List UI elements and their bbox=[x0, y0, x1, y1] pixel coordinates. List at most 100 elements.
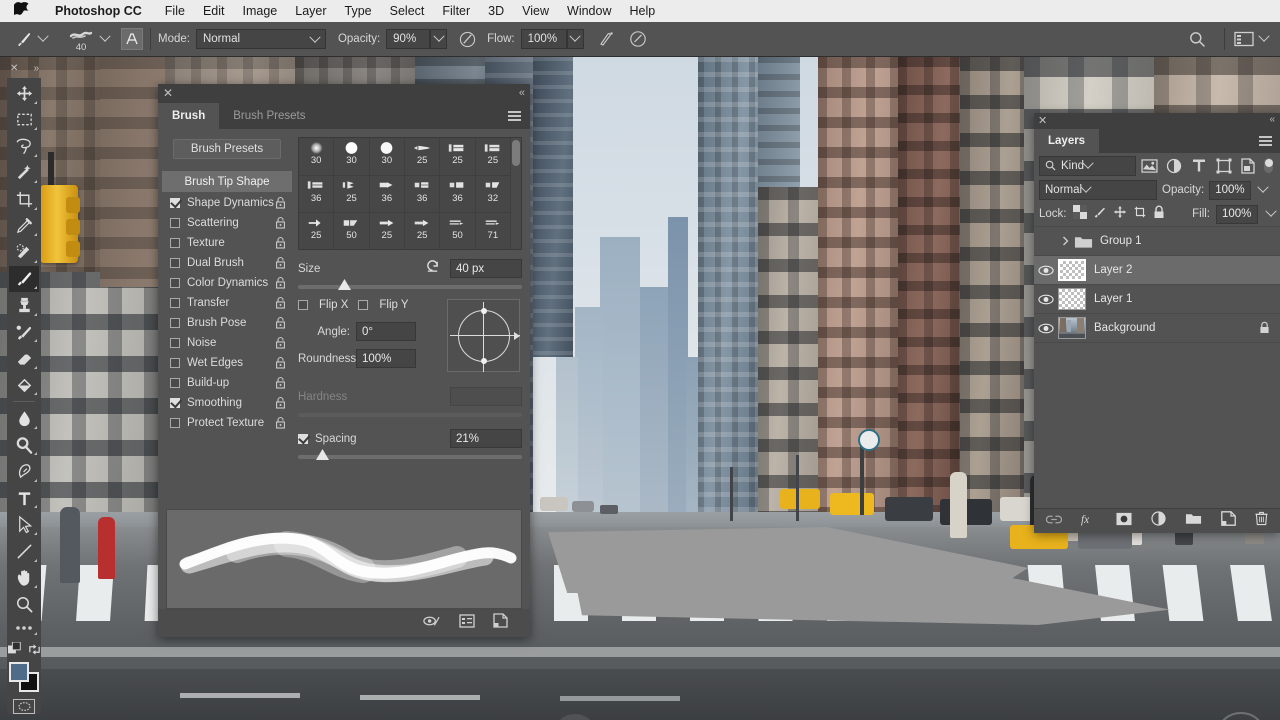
layer-fx-icon[interactable]: fx bbox=[1081, 512, 1097, 531]
table-row[interactable]: Group 1 bbox=[1034, 227, 1280, 256]
lock-icon[interactable] bbox=[275, 196, 286, 212]
size-slider[interactable] bbox=[298, 279, 522, 290]
line-shape-tool[interactable] bbox=[9, 538, 39, 565]
brush-preset-picker[interactable]: 40 bbox=[61, 22, 101, 56]
build-up-checkbox[interactable] bbox=[170, 378, 180, 388]
flow-dropdown[interactable] bbox=[566, 29, 584, 49]
flip-y-checkbox[interactable] bbox=[358, 300, 369, 310]
brush-tip-cell[interactable]: 36 bbox=[299, 175, 335, 214]
layer-opacity-input[interactable]: 100% bbox=[1209, 180, 1252, 200]
workspace-chevron-icon[interactable] bbox=[1258, 30, 1270, 42]
history-brush-tool[interactable] bbox=[9, 319, 39, 346]
size-input[interactable]: 40 px bbox=[450, 259, 522, 278]
angle-roundness-dial[interactable] bbox=[447, 299, 520, 372]
lock-all-icon[interactable] bbox=[1153, 205, 1165, 224]
flip-x-checkbox[interactable] bbox=[298, 300, 308, 310]
lock-icon[interactable] bbox=[275, 336, 286, 352]
size-slider-knob[interactable] bbox=[338, 279, 351, 290]
search-icon[interactable] bbox=[1185, 27, 1209, 51]
brush-tip-cell[interactable]: 25 bbox=[334, 175, 370, 214]
brush-tip-cell[interactable]: 36 bbox=[404, 175, 441, 214]
transfer-checkbox[interactable] bbox=[170, 298, 180, 308]
eraser-tool[interactable] bbox=[9, 345, 39, 372]
spacing-input[interactable]: 21% bbox=[450, 429, 522, 448]
flow-chevron-icon[interactable] bbox=[569, 30, 581, 42]
lock-icon[interactable] bbox=[275, 276, 286, 292]
zoom-tool[interactable] bbox=[9, 591, 39, 618]
color-dynamics-checkbox[interactable] bbox=[170, 278, 180, 288]
layer-blend-chevron-icon[interactable] bbox=[1080, 181, 1092, 193]
layer-thumbnail[interactable] bbox=[1058, 259, 1086, 281]
tablet-pressure-icon[interactable] bbox=[121, 28, 143, 50]
dial-handle-top[interactable] bbox=[480, 307, 487, 314]
tool-preset-chevron-icon[interactable] bbox=[37, 30, 49, 42]
lock-icon[interactable] bbox=[275, 356, 286, 372]
quick-mask-icon[interactable] bbox=[13, 698, 35, 715]
blend-mode-select[interactable]: Normal bbox=[195, 29, 326, 49]
brush-tip-cell[interactable]: 50 bbox=[440, 213, 476, 249]
roundness-input[interactable]: 100% bbox=[356, 349, 416, 368]
menu-item-filter[interactable]: Filter bbox=[433, 0, 479, 22]
scattering-checkbox[interactable] bbox=[170, 218, 180, 228]
new-brush-icon[interactable] bbox=[493, 613, 508, 633]
opacity-dropdown[interactable] bbox=[430, 29, 448, 49]
current-tool-preset[interactable] bbox=[14, 22, 49, 56]
new-layer-icon[interactable] bbox=[1221, 511, 1236, 531]
brush-option-shape-dynamics[interactable]: Shape Dynamics bbox=[162, 193, 292, 213]
spacing-slider[interactable] bbox=[298, 449, 522, 460]
brush-tip-cell[interactable]: 50 bbox=[334, 213, 370, 249]
toolbar-close-icon[interactable]: ✕ bbox=[10, 63, 18, 74]
delete-layer-icon[interactable] bbox=[1255, 511, 1268, 531]
layers-panel-collapse-icon[interactable]: « bbox=[1269, 114, 1274, 125]
rectangular-marquee-tool[interactable] bbox=[9, 107, 39, 134]
lock-icon[interactable] bbox=[275, 416, 286, 432]
lock-icon[interactable] bbox=[275, 296, 286, 312]
dial-angle-arrow-icon[interactable] bbox=[513, 331, 520, 340]
filter-enable-toggle[interactable] bbox=[1263, 156, 1275, 176]
link-layers-icon[interactable] bbox=[1045, 512, 1063, 530]
reset-size-icon[interactable] bbox=[425, 259, 440, 278]
table-row[interactable]: Layer 2 bbox=[1034, 256, 1280, 285]
color-swatches[interactable] bbox=[9, 662, 39, 693]
pen-tool[interactable] bbox=[9, 458, 39, 485]
wet-edges-checkbox[interactable] bbox=[170, 358, 180, 368]
dial-handle-bottom[interactable] bbox=[480, 357, 487, 364]
filter-smart-object-icon[interactable] bbox=[1238, 156, 1259, 176]
swap-colors-icon[interactable] bbox=[28, 643, 41, 656]
filter-shape-icon[interactable] bbox=[1213, 156, 1234, 176]
hand-tool[interactable] bbox=[9, 565, 39, 592]
dual-brush-checkbox[interactable] bbox=[170, 258, 180, 268]
spot-healing-brush-tool[interactable] bbox=[9, 239, 39, 266]
menu-item-select[interactable]: Select bbox=[381, 0, 434, 22]
brush-tool[interactable] bbox=[9, 265, 39, 293]
toolbar-collapse-icon[interactable]: » bbox=[33, 63, 38, 74]
menu-item-3d[interactable]: 3D bbox=[479, 0, 513, 22]
lock-icon[interactable] bbox=[275, 396, 286, 412]
brush-grid-scrollbar[interactable] bbox=[511, 138, 521, 249]
filter-type-icon[interactable] bbox=[1189, 156, 1210, 176]
menu-item-window[interactable]: Window bbox=[558, 0, 620, 22]
brush-tip-cell[interactable]: 25 bbox=[370, 213, 405, 249]
path-selection-tool[interactable] bbox=[9, 511, 39, 538]
filter-pixel-icon[interactable] bbox=[1140, 156, 1161, 176]
layer-filter-chevron-icon[interactable] bbox=[1082, 157, 1094, 169]
edit-toolbar-ellipsis-icon[interactable] bbox=[9, 618, 39, 639]
table-row[interactable]: Background bbox=[1034, 314, 1280, 343]
lasso-tool[interactable] bbox=[9, 133, 39, 160]
eyedropper-tool[interactable] bbox=[9, 213, 39, 240]
protect-texture-checkbox[interactable] bbox=[170, 418, 180, 428]
brush-option-dual-brush[interactable]: Dual Brush bbox=[162, 253, 292, 273]
brush-option-brush-pose[interactable]: Brush Pose bbox=[162, 313, 292, 333]
new-group-icon[interactable] bbox=[1185, 512, 1202, 530]
brush-tip-cell[interactable]: 36 bbox=[440, 175, 476, 214]
brush-tip-cell[interactable]: 30 bbox=[334, 138, 370, 176]
layer-thumbnail[interactable] bbox=[1058, 317, 1086, 339]
brush-preset-grid-icon[interactable] bbox=[459, 613, 475, 633]
menu-app-name[interactable]: Photoshop CC bbox=[46, 0, 156, 22]
flow-input[interactable]: 100% bbox=[520, 29, 567, 49]
tab-layers[interactable]: Layers bbox=[1034, 129, 1100, 153]
lock-icon[interactable] bbox=[275, 316, 286, 332]
noise-checkbox[interactable] bbox=[170, 338, 180, 348]
brush-tip-cell[interactable]: 32 bbox=[475, 175, 511, 214]
menu-item-layer[interactable]: Layer bbox=[286, 0, 335, 22]
